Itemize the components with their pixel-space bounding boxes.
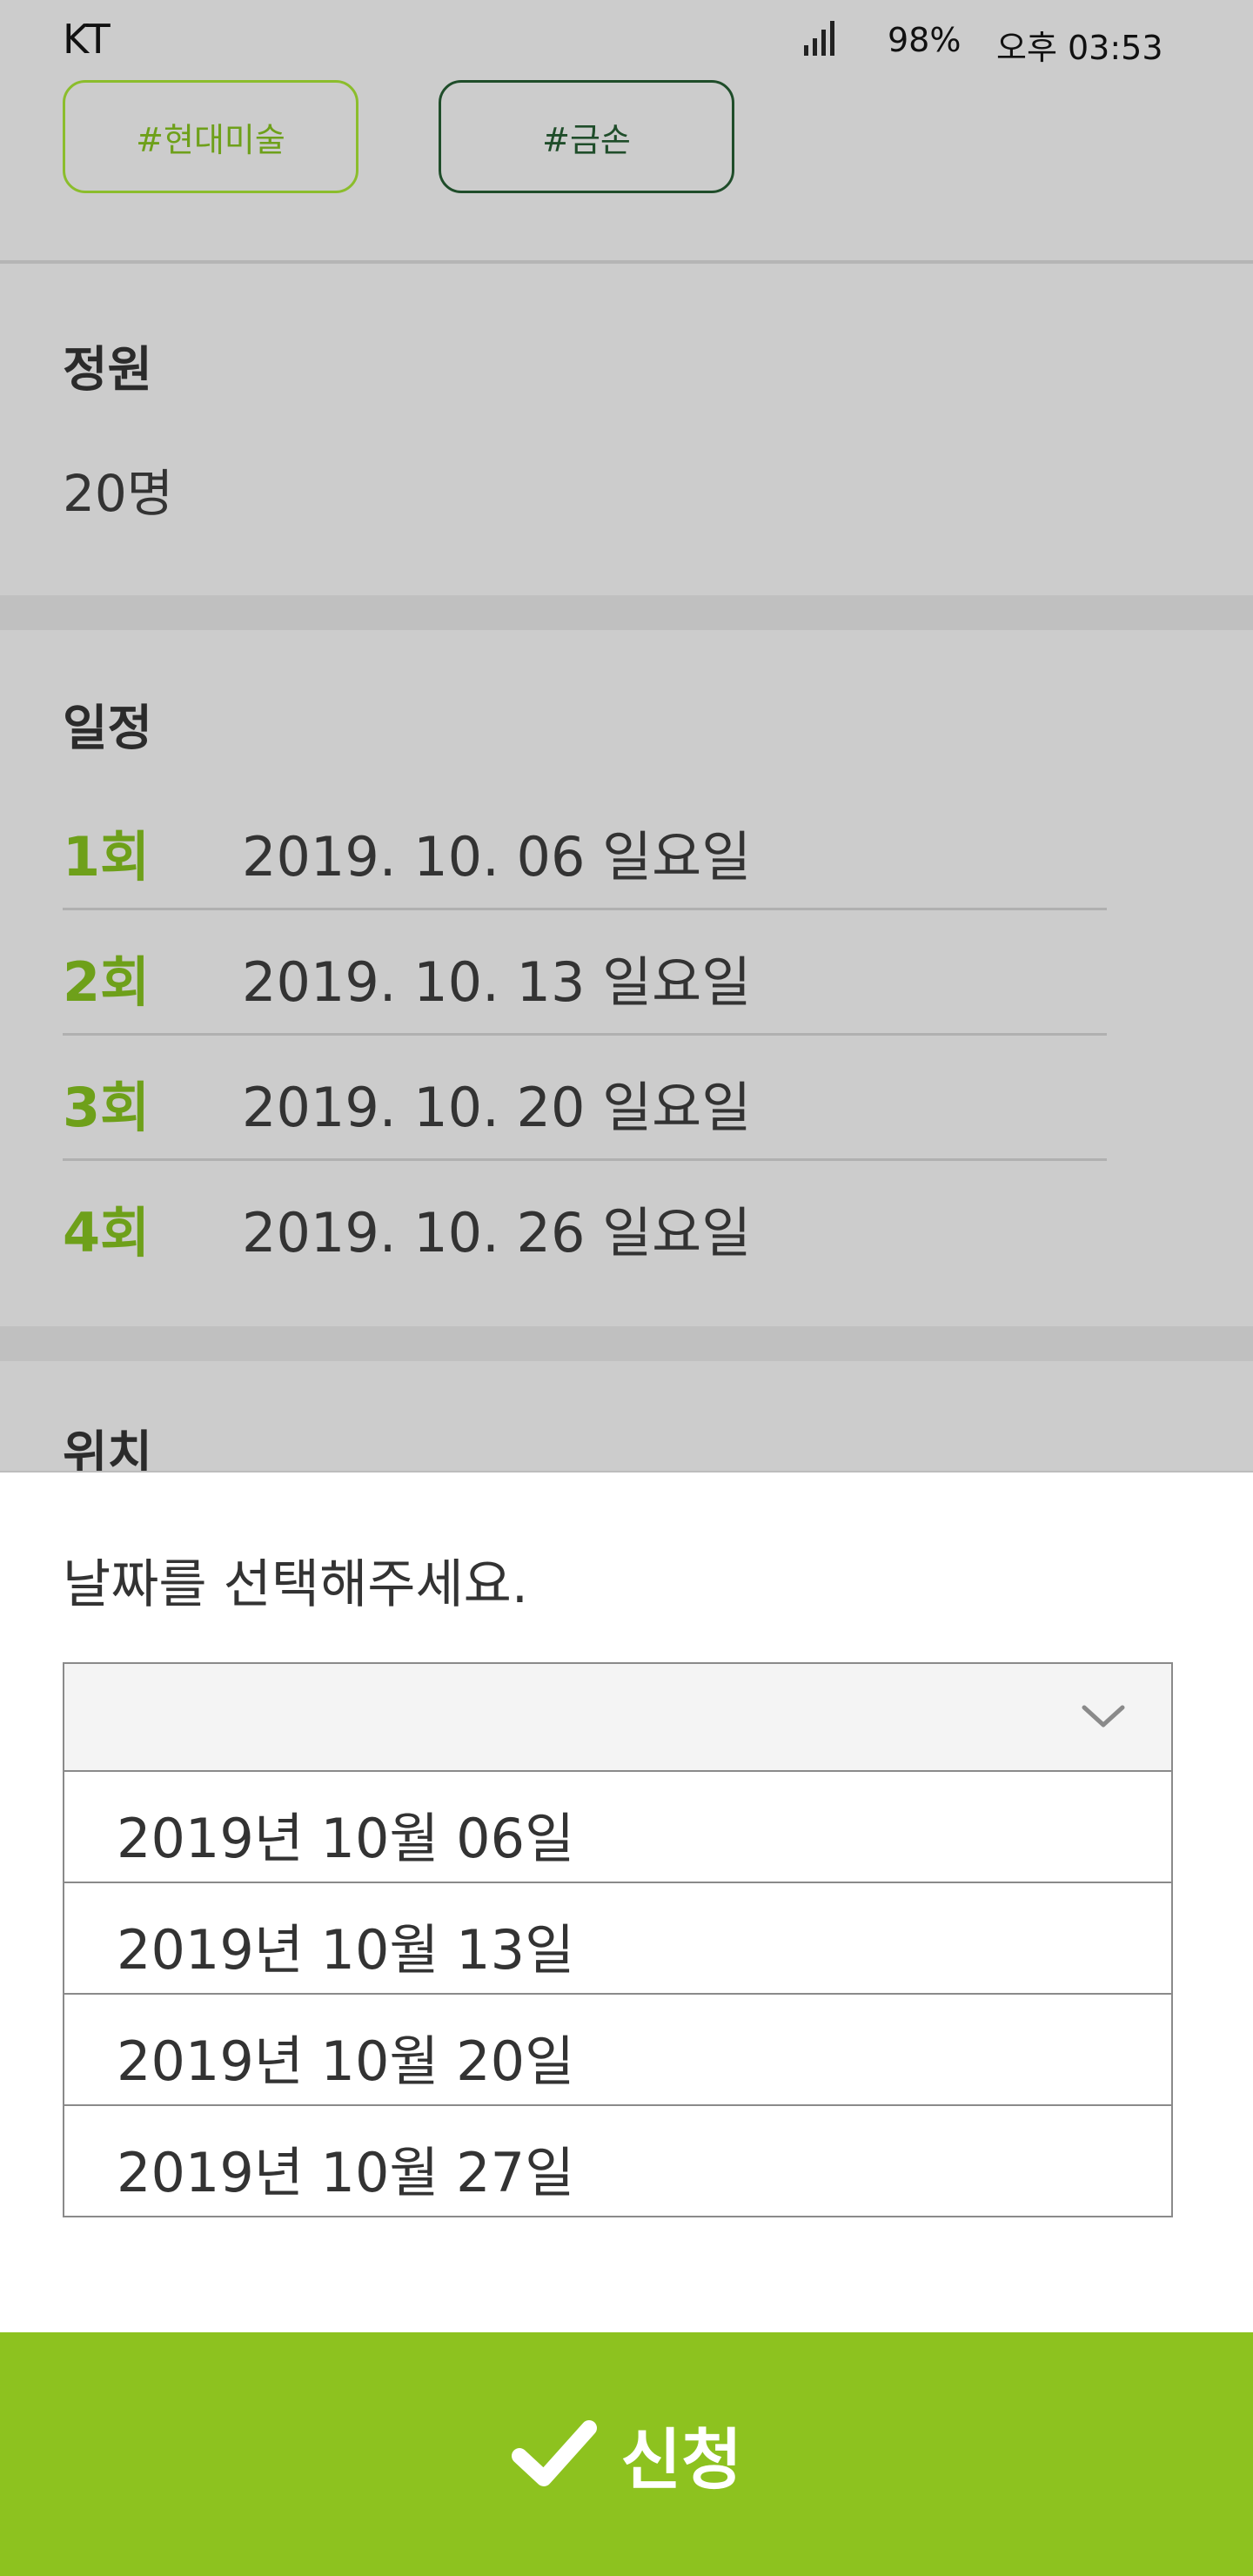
chevron-down-icon xyxy=(1082,1705,1125,1727)
capacity-value: 20명 xyxy=(63,464,174,523)
date-option-label: 2019년 10월 20일 xyxy=(117,2029,575,2093)
schedule-heading: 일정 xyxy=(63,701,153,757)
apply-button[interactable]: 신청 xyxy=(0,2332,1253,2576)
sheet-title: 날짜를 선택해주세요. xyxy=(63,1554,528,1615)
clock: 오후 03:53 xyxy=(996,29,1163,67)
session-date: 2019. 10. 13 일요일 xyxy=(242,950,752,1014)
row-divider xyxy=(63,1158,1107,1161)
date-select-sheet: 날짜를 선택해주세요. 2019년 10월 06일 2019년 10월 13일 … xyxy=(0,1471,1253,2334)
session-number: 4회 xyxy=(63,1201,151,1265)
row-divider xyxy=(63,1033,1107,1036)
date-option-label: 2019년 10월 06일 xyxy=(117,1807,575,1870)
session-number: 2회 xyxy=(63,950,151,1014)
tag-modern-art[interactable]: #현대미술 xyxy=(63,80,358,193)
status-bar: KT 98% 오후 03:53 xyxy=(0,0,1253,78)
date-option-label: 2019년 10월 27일 xyxy=(117,2141,575,2204)
date-option[interactable]: 2019년 10월 27일 xyxy=(63,2106,1173,2217)
schedule-row: 1회 2019. 10. 06 일요일 xyxy=(63,813,1107,935)
signal-icon xyxy=(804,21,834,56)
battery-percent: 98% xyxy=(888,21,962,59)
divider xyxy=(0,260,1253,264)
schedule-row: 3회 2019. 10. 20 일요일 xyxy=(63,1063,1107,1185)
date-dropdown[interactable] xyxy=(63,1662,1173,1772)
check-icon xyxy=(512,2420,598,2486)
session-date: 2019. 10. 06 일요일 xyxy=(242,825,752,889)
carrier-label: KT xyxy=(63,16,111,63)
capacity-heading: 정원 xyxy=(63,342,153,399)
session-date: 2019. 10. 26 일요일 xyxy=(242,1201,752,1265)
session-date: 2019. 10. 20 일요일 xyxy=(242,1076,752,1139)
apply-button-label: 신청 xyxy=(620,2424,742,2498)
session-number: 3회 xyxy=(63,1076,151,1139)
date-option[interactable]: 2019년 10월 13일 xyxy=(63,1883,1173,1995)
tag-handy[interactable]: #금손 xyxy=(439,80,734,193)
date-option-label: 2019년 10월 13일 xyxy=(117,1918,575,1982)
section-separator xyxy=(0,595,1253,630)
schedule-row: 4회 2019. 10. 26 일요일 xyxy=(63,1189,1107,1311)
row-divider xyxy=(63,908,1107,910)
section-separator xyxy=(0,1326,1253,1361)
schedule-row: 2회 2019. 10. 13 일요일 xyxy=(63,938,1107,1060)
date-option[interactable]: 2019년 10월 20일 xyxy=(63,1995,1173,2106)
session-number: 1회 xyxy=(63,825,151,889)
date-option[interactable]: 2019년 10월 06일 xyxy=(63,1772,1173,1883)
